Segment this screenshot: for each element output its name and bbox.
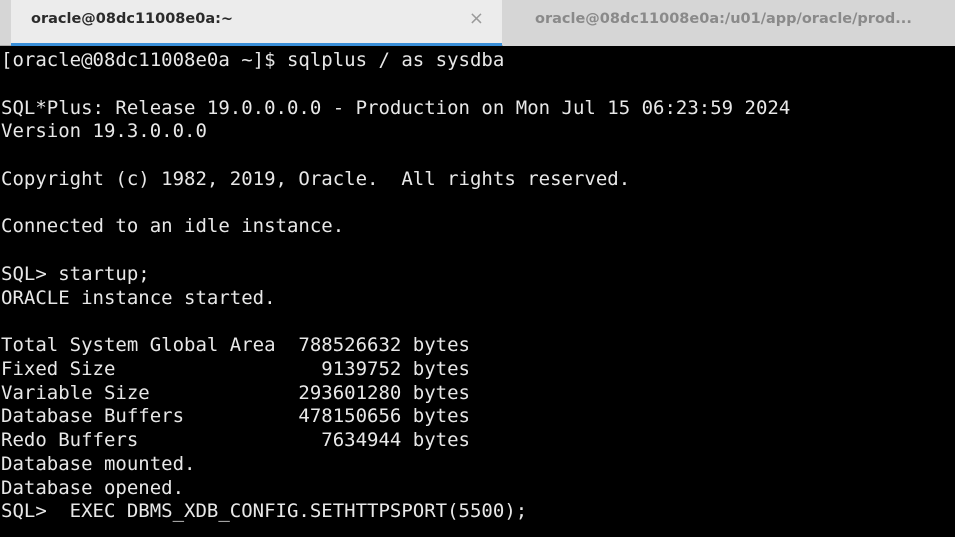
terminal-window: oracle@08dc11008e0a:~ × oracle@08dc11008… [0, 0, 955, 537]
terminal-line: [oracle@08dc11008e0a ~]$ sqlplus / as sy… [1, 49, 505, 71]
terminal-line: Variable Size 293601280 bytes [1, 381, 470, 404]
tab-home[interactable]: oracle@08dc11008e0a:~ × [11, 0, 502, 46]
terminal-line: ORACLE instance started. [1, 286, 276, 309]
tab-label: oracle@08dc11008e0a:~ [31, 11, 234, 27]
close-icon[interactable]: × [469, 8, 484, 29]
terminal-output[interactable]: [oracle@08dc11008e0a ~]$ sqlplus / as sy… [0, 46, 955, 537]
terminal-line: Fixed Size 9139752 bytes [1, 357, 470, 380]
terminal-line: SQL> startup; [1, 262, 150, 285]
terminal-line: Copyright (c) 1982, 2019, Oracle. All ri… [1, 167, 631, 190]
terminal-text: [oracle@08dc11008e0a ~]$ sqlplus / as sy… [0, 46, 955, 524]
terminal-line: Database mounted. [1, 452, 196, 475]
terminal-line: SQL*Plus: Release 19.0.0.0.0 - Productio… [1, 96, 791, 119]
terminal-line: Redo Buffers 7634944 bytes [1, 429, 470, 451]
terminal-line: Connected to an idle instance. [1, 215, 345, 238]
terminal-line: Database Buffers 478150656 bytes [1, 405, 470, 428]
tab-label: oracle@08dc11008e0a:/u01/app/oracle/prod… [535, 11, 912, 27]
terminal-line: Version 19.3.0.0.0 [1, 120, 207, 143]
tab-bar: oracle@08dc11008e0a:~ × oracle@08dc11008… [0, 0, 955, 46]
tab-oracle-product[interactable]: oracle@08dc11008e0a:/u01/app/oracle/prod… [503, 0, 955, 46]
terminal-line: SQL> EXEC DBMS_XDB_CONFIG.SETHTTPSPORT(5… [1, 500, 528, 523]
terminal-line: Total System Global Area 788526632 bytes [1, 334, 470, 356]
terminal-line: Database opened. [1, 476, 185, 499]
